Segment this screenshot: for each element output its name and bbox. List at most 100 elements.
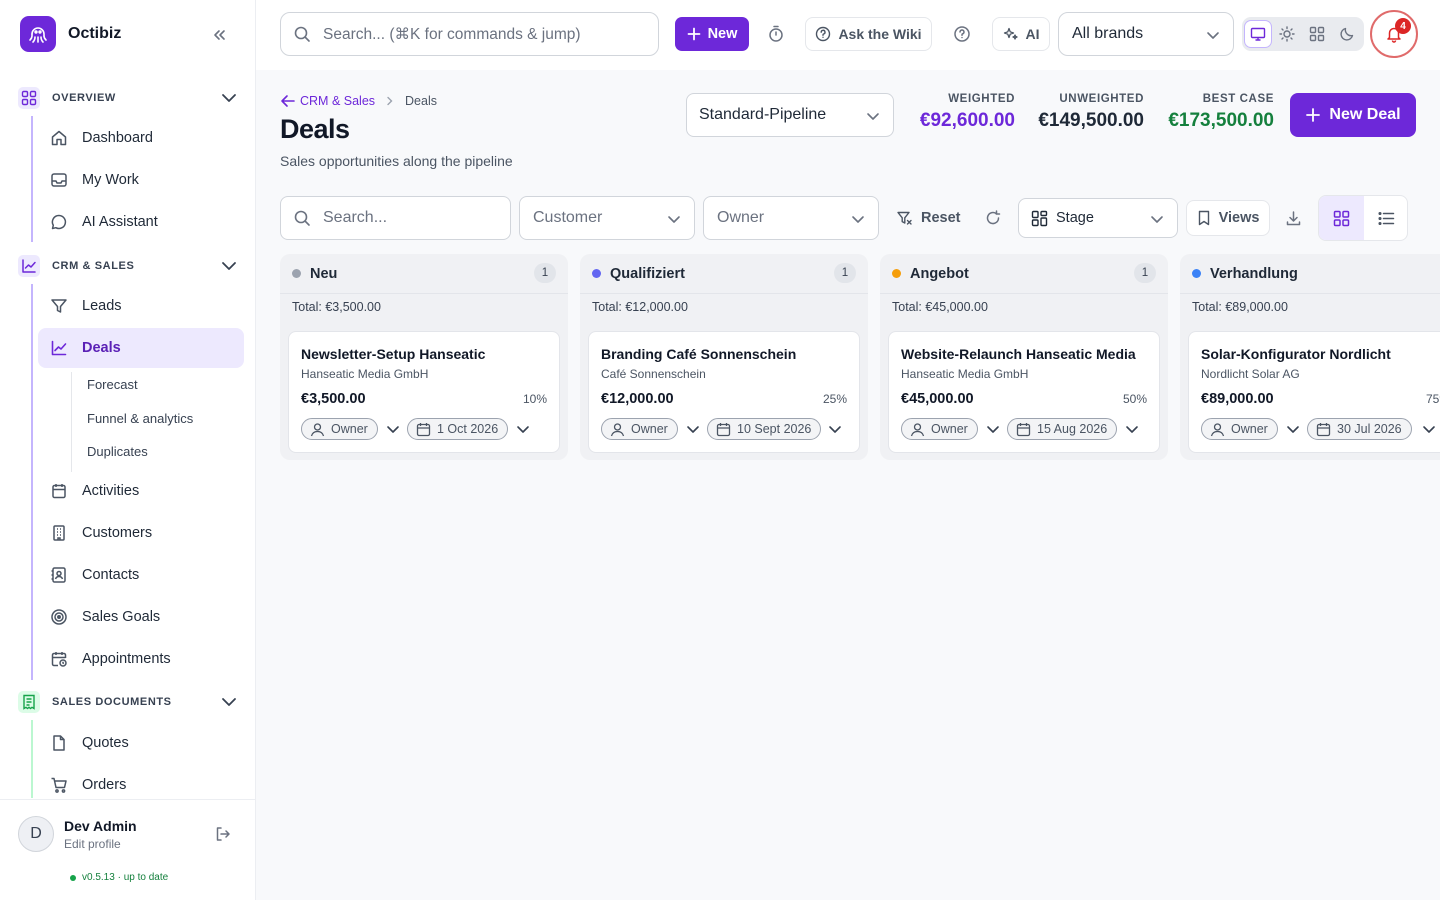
sidebar-subitem-funnel-analytics[interactable]: Funnel & analytics: [87, 411, 193, 426]
chevron-down-icon[interactable]: [1285, 421, 1301, 437]
close-date-label: 30 Jul 2026: [1337, 422, 1402, 436]
deal-card[interactable]: Website-Relaunch Hanseatic Media Hanseat…: [888, 331, 1160, 453]
sidebar-item-customers[interactable]: Customers: [38, 513, 244, 553]
avatar[interactable]: D: [18, 816, 54, 852]
sidebar-item-contacts[interactable]: Contacts: [38, 555, 244, 595]
metric-value: €149,500.00: [1038, 110, 1144, 131]
views-button[interactable]: Views: [1186, 200, 1270, 236]
deal-amount: €12,000.00: [601, 391, 674, 407]
chevron-down-icon: [220, 89, 238, 107]
funnel-icon: [50, 297, 68, 315]
sidebar-item-quotes[interactable]: Quotes: [38, 723, 244, 763]
search-icon: [294, 210, 310, 226]
file-icon: [50, 734, 68, 752]
sidebar-subitem-forecast[interactable]: Forecast: [87, 377, 138, 392]
owner-filter[interactable]: Owner: [703, 196, 879, 240]
owner-chip[interactable]: Owner: [601, 418, 678, 440]
new-deal-button[interactable]: New Deal: [1290, 93, 1416, 137]
metric-best-case: BEST CASE €173,500.00: [1168, 93, 1274, 132]
chevron-down-icon[interactable]: [1124, 421, 1140, 437]
chevron-down-icon[interactable]: [827, 421, 843, 437]
section-crm-sales[interactable]: CRM & SALES: [18, 254, 240, 278]
sidebar-item-ai-assistant[interactable]: AI Assistant: [38, 202, 244, 242]
sidebar-item-my-work[interactable]: My Work: [38, 160, 244, 200]
ask-wiki-button[interactable]: Ask the Wiki: [805, 17, 932, 51]
sidebar-subitem-duplicates[interactable]: Duplicates: [87, 444, 148, 459]
calendar-icon: [716, 422, 731, 436]
board-view-icon[interactable]: [1319, 196, 1364, 240]
refresh-icon[interactable]: [976, 201, 1010, 235]
deal-card[interactable]: Newsletter-Setup Hanseatic Hanseatic Med…: [288, 331, 560, 453]
sun-icon[interactable]: [1274, 21, 1300, 47]
user-name: Dev Admin: [64, 818, 137, 834]
breadcrumb: CRM & Sales Deals: [280, 93, 437, 109]
target-icon: [50, 608, 68, 626]
stage-color-dot: [292, 269, 301, 278]
metric-label: UNWEIGHTED: [1059, 93, 1144, 105]
sidebar-item-sales-goals[interactable]: Sales Goals: [38, 597, 244, 637]
close-date-chip[interactable]: 30 Jul 2026: [1307, 418, 1412, 440]
chevron-down-icon[interactable]: [985, 421, 1001, 437]
breadcrumb-parent: CRM & Sales: [300, 94, 376, 108]
brand-select[interactable]: All brands: [1058, 12, 1234, 56]
section-sales-documents[interactable]: SALES DOCUMENTS: [18, 690, 240, 714]
sidebar-item-deals[interactable]: Deals: [38, 328, 244, 368]
new-button[interactable]: New: [675, 17, 749, 51]
column-header: Angebot 1: [880, 254, 1168, 294]
monitor-icon[interactable]: [1245, 21, 1271, 47]
close-date-chip[interactable]: 10 Sept 2026: [707, 418, 822, 440]
sidebar-item-label: Activities: [82, 483, 140, 499]
list-view-icon[interactable]: [1364, 196, 1407, 240]
chevron-down-icon: [1205, 27, 1221, 43]
chevron-down-icon[interactable]: [515, 421, 531, 437]
owner-chip[interactable]: Owner: [301, 418, 378, 440]
chevron-down-icon[interactable]: [1421, 421, 1437, 437]
search-placeholder: Search... (⌘K for commands & jump): [323, 25, 581, 43]
moon-icon[interactable]: [1334, 21, 1360, 47]
deal-amount: €3,500.00: [301, 391, 366, 407]
close-date-label: 1 Oct 2026: [437, 422, 499, 436]
sidebar-item-label: Dashboard: [82, 130, 153, 146]
collapse-sidebar-icon[interactable]: [208, 24, 230, 46]
chevron-down-icon[interactable]: [685, 421, 701, 437]
deal-card[interactable]: Branding Café Sonnenschein Café Sonnensc…: [588, 331, 860, 453]
deal-probability: 25%: [822, 392, 847, 406]
chevron-down-icon[interactable]: [385, 421, 401, 437]
sidebar-item-dashboard[interactable]: Dashboard: [38, 118, 244, 158]
global-search-input[interactable]: Search... (⌘K for commands & jump): [280, 12, 659, 56]
sidebar-item-leads[interactable]: Leads: [38, 286, 244, 326]
sidebar-item-activities[interactable]: Activities: [38, 471, 244, 511]
logout-icon[interactable]: [214, 825, 232, 843]
column-header: Neu 1: [280, 254, 568, 294]
ai-label: AI: [1025, 26, 1040, 42]
sidebar-item-orders[interactable]: Orders: [38, 765, 244, 798]
help-icon[interactable]: [945, 17, 979, 51]
column-header: Qualifiziert 1: [580, 254, 868, 294]
pipeline-select[interactable]: Standard-Pipeline: [686, 93, 894, 137]
close-date-chip[interactable]: 1 Oct 2026: [407, 418, 509, 440]
customer-filter[interactable]: Customer: [519, 196, 695, 240]
chevron-right-icon: [385, 96, 395, 106]
calendar-icon: [416, 422, 431, 436]
sidebar-item-appointments[interactable]: Appointments: [38, 639, 244, 679]
deal-card[interactable]: Solar-Konfigurator Nordlicht Nordlicht S…: [1188, 331, 1440, 453]
sidebar: Octibiz OVERVIEW Dashboard My Work AI As…: [0, 0, 256, 900]
ai-button[interactable]: AI: [992, 17, 1050, 51]
reset-filters-button[interactable]: Reset: [896, 202, 961, 234]
notifications-button[interactable]: 4: [1370, 10, 1418, 58]
close-date-chip[interactable]: 15 Aug 2026: [1007, 418, 1118, 440]
owner-chip[interactable]: Owner: [1201, 418, 1278, 440]
brand[interactable]: Octibiz: [20, 16, 121, 52]
timer-icon[interactable]: [759, 17, 793, 51]
layout-grid-icon[interactable]: [1304, 21, 1330, 47]
deal-search-input[interactable]: Search...: [280, 196, 511, 240]
owner-chip[interactable]: Owner: [901, 418, 978, 440]
group-by-select[interactable]: Stage: [1018, 198, 1178, 238]
edit-profile-link[interactable]: Edit profile: [64, 837, 121, 851]
download-icon[interactable]: [1276, 201, 1310, 235]
section-overview[interactable]: OVERVIEW: [18, 86, 240, 110]
breadcrumb-back-link[interactable]: CRM & Sales: [280, 93, 375, 109]
chart-line-icon: [18, 255, 40, 277]
arrow-left-icon: [281, 95, 295, 107]
search-placeholder: Search...: [323, 209, 388, 226]
